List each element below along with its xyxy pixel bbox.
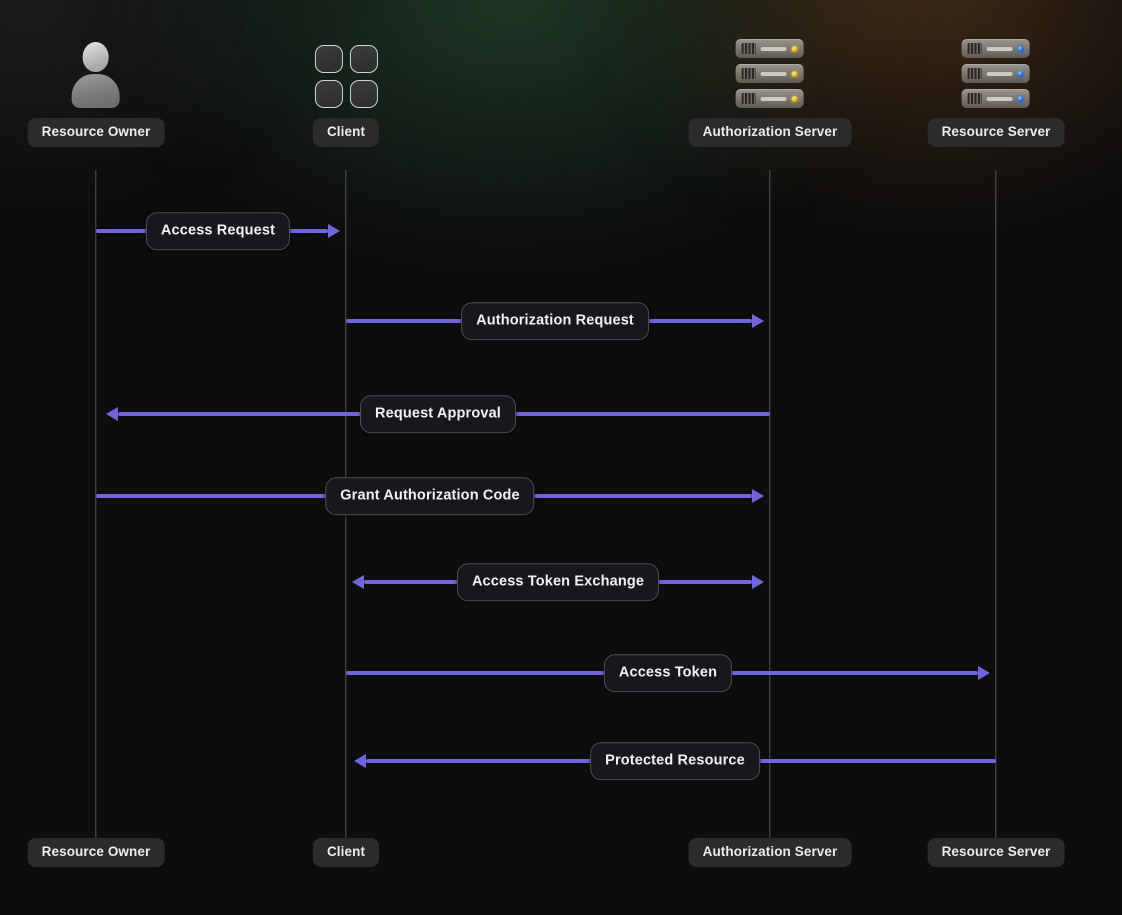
- server-led-icon: [792, 95, 798, 102]
- arrowhead-right-icon: [752, 489, 764, 503]
- actor-client-header[interactable]: Client: [312, 22, 380, 147]
- arrowhead-left-icon: [106, 407, 118, 421]
- server-vent-icon: [967, 43, 982, 54]
- app-grid-icon: [314, 45, 378, 108]
- message-label: Access Token: [603, 654, 733, 692]
- actor-authorization-server-footer[interactable]: Authorization Server: [688, 838, 852, 867]
- server-led-icon: [792, 45, 798, 52]
- server-vent-icon: [742, 68, 756, 79]
- server-bar: [761, 72, 787, 76]
- server-led-icon: [1017, 45, 1024, 52]
- server-vent-icon: [742, 93, 756, 104]
- server-unit: [961, 64, 1030, 83]
- server-bar: [761, 47, 787, 51]
- actor-icon-wrapper: [314, 22, 378, 108]
- server-stack-icon: [736, 39, 804, 108]
- actor-label: Authorization Server: [688, 118, 852, 147]
- server-bar: [986, 72, 1013, 76]
- arrowhead-right-icon: [752, 575, 764, 589]
- server-led-icon: [1017, 95, 1024, 102]
- message-label: Access Request: [145, 212, 291, 250]
- actor-resource-server-footer[interactable]: Resource Server: [927, 838, 1065, 867]
- actor-client-footer[interactable]: Client: [312, 838, 380, 867]
- server-stack-icon: [961, 39, 1030, 108]
- message-label: Grant Authorization Code: [325, 477, 535, 515]
- arrowhead-left-icon: [354, 754, 366, 768]
- arrowhead-right-icon: [978, 666, 990, 680]
- actor-resource-owner-header[interactable]: Resource Owner: [27, 22, 165, 147]
- arrowhead-left-icon: [352, 575, 364, 589]
- server-led-icon: [792, 70, 798, 77]
- actor-label: Resource Owner: [27, 118, 165, 147]
- server-unit: [736, 64, 804, 83]
- lifeline-resource-server: [995, 170, 997, 838]
- message-label: Request Approval: [360, 395, 516, 433]
- server-led-icon: [1017, 70, 1024, 77]
- actor-authorization-server-header[interactable]: Authorization Server: [688, 22, 852, 147]
- actor-label: Resource Owner: [27, 838, 165, 867]
- actor-label: Client: [312, 838, 380, 867]
- server-unit: [961, 39, 1030, 58]
- message-label: Authorization Request: [461, 302, 649, 340]
- actor-label: Resource Server: [927, 838, 1065, 867]
- actor-icon-wrapper: [961, 22, 1030, 108]
- server-vent-icon: [967, 93, 982, 104]
- server-vent-icon: [742, 43, 756, 54]
- server-vent-icon: [967, 68, 982, 79]
- actor-label: Client: [312, 118, 380, 147]
- lifeline-resource-owner: [95, 170, 97, 838]
- sequence-diagram-canvas: Resource Owner Client Authorization Server…: [0, 0, 1122, 915]
- actor-label: Authorization Server: [688, 838, 852, 867]
- person-icon: [71, 42, 121, 108]
- arrowhead-right-icon: [328, 224, 340, 238]
- actor-icon-wrapper: [71, 22, 121, 108]
- server-unit: [961, 89, 1030, 108]
- actor-label: Resource Server: [927, 118, 1065, 147]
- server-unit: [736, 39, 804, 58]
- actor-icon-wrapper: [736, 22, 804, 108]
- server-bar: [986, 47, 1013, 51]
- actor-resource-server-header[interactable]: Resource Server: [927, 22, 1065, 147]
- message-label: Protected Resource: [590, 742, 760, 780]
- server-bar: [761, 97, 787, 101]
- message-label: Access Token Exchange: [456, 563, 660, 601]
- lifeline-authorization-server: [769, 170, 771, 838]
- server-unit: [736, 89, 804, 108]
- arrowhead-right-icon: [752, 314, 764, 328]
- actor-resource-owner-footer[interactable]: Resource Owner: [27, 838, 165, 867]
- server-bar: [986, 97, 1013, 101]
